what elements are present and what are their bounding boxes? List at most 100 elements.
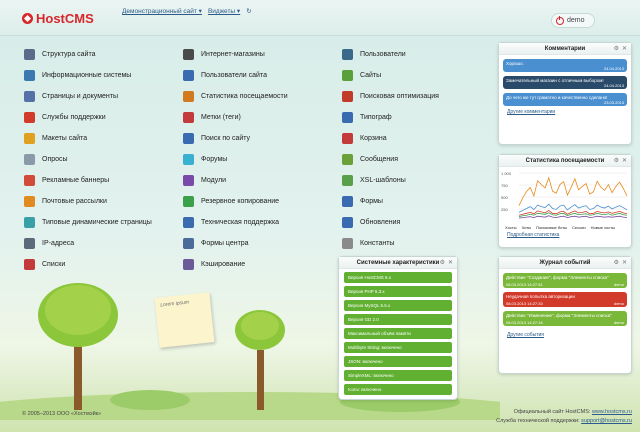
event-item[interactable]: Действие "Изменение", форма "Элементы сп…	[503, 311, 627, 326]
menu-item[interactable]: Сообщения	[342, 149, 439, 170]
menu-item-icon	[342, 154, 353, 165]
menu-item-label: Метки (теги)	[201, 114, 241, 121]
menu-item-icon	[183, 133, 194, 144]
menu-item[interactable]: IP-адреса	[24, 233, 152, 254]
menu-item[interactable]: Сайты	[342, 65, 439, 86]
menu-item[interactable]: Информационные системы	[24, 65, 152, 86]
menu-item[interactable]: Форумы	[183, 149, 288, 170]
settings-icon[interactable]: ⚙	[614, 157, 619, 164]
event-item[interactable]: Неудачная попытка авторизации 08.03.2013 …	[503, 292, 627, 307]
menu-item[interactable]: Пользователи сайта	[183, 65, 288, 86]
menu-item[interactable]: XSL-шаблоны	[342, 170, 439, 191]
menu-item-label: Макеты сайта	[42, 135, 88, 142]
menu-item[interactable]: Корзина	[342, 128, 439, 149]
system-row: SimpleXML: включено	[344, 370, 452, 381]
menu-column-1: Структура сайта Информационные системы Стр…	[24, 44, 152, 275]
menu-item[interactable]: Поиск по сайту	[183, 128, 288, 149]
menu-item-label: Статистика посещаемости	[201, 93, 288, 100]
menu-item-label: Структура сайта	[42, 51, 96, 58]
event-date: 08.03.2013 14:27:51	[506, 282, 543, 287]
support-link[interactable]: support@hostcms.ru	[581, 418, 632, 424]
menu-item[interactable]: Поисковая оптимизация	[342, 86, 439, 107]
event-item[interactable]: Действие "Создание", форма "Элементы спи…	[503, 273, 627, 288]
menu-item[interactable]: Макеты сайта	[24, 128, 152, 149]
settings-icon[interactable]: ⚙	[614, 259, 619, 266]
menu-item[interactable]: Резервное копирование	[183, 191, 288, 212]
menu-item-label: Сообщения	[360, 156, 398, 163]
top-bar	[0, 0, 640, 36]
system-row: Версия HostCMS 6.x	[344, 272, 452, 283]
menu-item-icon	[342, 133, 353, 144]
detailed-stats-link[interactable]: Подробная статистика	[507, 232, 631, 238]
legend-entry: Новые хосты	[590, 225, 615, 230]
menu-item-icon	[183, 112, 194, 123]
comment-item[interactable]: Хорошо. 24.04.2013	[503, 59, 627, 72]
menu-item[interactable]: Структура сайта	[24, 44, 152, 65]
event-text: Действие "Изменение", форма "Элементы сп…	[506, 313, 612, 318]
menu-item[interactable]: Формы	[342, 191, 439, 212]
settings-icon[interactable]: ⚙	[614, 45, 619, 52]
menu-column-2: Интернет-магазины Пользователи сайта Стати…	[183, 44, 288, 275]
close-icon[interactable]: ✕	[622, 157, 627, 164]
menu-item-icon	[342, 70, 353, 81]
sticky-note[interactable]: Lorem ipsum	[154, 292, 215, 348]
menu-item[interactable]: Типовые динамические страницы	[24, 212, 152, 233]
power-icon	[556, 15, 564, 25]
menu-item-label: Поисковая оптимизация	[360, 93, 439, 100]
widgets-menu[interactable]: Виджеты ▾	[208, 7, 240, 15]
site-selector[interactable]: Демонстрационный сайт ▾	[122, 7, 202, 15]
menu-item-icon	[183, 70, 194, 81]
menu-item[interactable]: Техническая поддержка	[183, 212, 288, 233]
menu-item-label: Опросы	[42, 156, 68, 163]
menu-item-icon	[183, 154, 194, 165]
y-tick-label: 1 000	[501, 171, 512, 176]
menu-item[interactable]: Службы поддержки	[24, 107, 152, 128]
user-button[interactable]: demo	[551, 13, 595, 28]
events-title: Журнал событий	[499, 257, 631, 269]
hostcms-logo[interactable]: HostCMS	[22, 11, 94, 26]
menu-item-label: Типовые динамические страницы	[42, 219, 152, 226]
comment-text: Замечательный магазин с отличным выбором…	[506, 78, 604, 83]
menu-item[interactable]: Пользователи	[342, 44, 439, 65]
menu-item-label: Информационные системы	[42, 72, 132, 79]
menu-item[interactable]: Интернет-магазины	[183, 44, 288, 65]
menu-item[interactable]: Почтовые рассылки	[24, 191, 152, 212]
menu-item-label: Формы	[360, 198, 383, 205]
menu-item[interactable]: Типограф	[342, 107, 439, 128]
series-line	[518, 215, 628, 219]
settings-icon[interactable]: ⚙	[440, 259, 445, 266]
event-user: demo	[613, 282, 624, 287]
close-icon[interactable]: ✕	[448, 259, 453, 266]
legend-entry: Поисковые боты	[536, 225, 567, 230]
menu-item[interactable]: Модули	[183, 170, 288, 191]
system-row: Версия GD 2.0	[344, 314, 452, 325]
menu-item[interactable]: Константы	[342, 233, 439, 254]
system-row: Версия PHP 5.3.x	[344, 286, 452, 297]
menu-item-icon	[183, 49, 194, 60]
event-text: Неудачная попытка авторизации	[506, 294, 575, 299]
close-icon[interactable]: ✕	[622, 259, 627, 266]
y-tick-label: 750	[501, 183, 508, 188]
close-icon[interactable]: ✕	[622, 45, 627, 52]
comment-item[interactable]: Замечательный магазин с отличным выбором…	[503, 76, 627, 89]
comment-text: Хорошо.	[506, 61, 524, 66]
menu-item-icon	[342, 91, 353, 102]
system-row: Максимальный объём памяти	[344, 328, 452, 339]
menu-item[interactable]: Опросы	[24, 149, 152, 170]
comments-widget: Комментарии ⚙ ✕ Хорошо. 24.04.2013 Замечате…	[498, 42, 632, 145]
more-comments-link[interactable]: Другие комментарии	[507, 109, 631, 115]
menu-item[interactable]: Статистика посещаемости	[183, 86, 288, 107]
menu-item[interactable]: Обновления	[342, 212, 439, 233]
menu-item-label: Интернет-магазины	[201, 51, 265, 58]
refresh-icon[interactable]: ↻	[246, 7, 251, 15]
more-events-link[interactable]: Другие события	[507, 332, 631, 338]
menu-item-label: Модули	[201, 177, 227, 184]
comment-item[interactable]: До чего же тут грамотно и качественно сд…	[503, 93, 627, 106]
menu-item-icon	[24, 133, 35, 144]
official-site-link[interactable]: www.hostcms.ru	[592, 409, 632, 415]
stats-title: Статистика посещаемости	[499, 155, 631, 167]
menu-item[interactable]: Формы центра	[183, 233, 288, 254]
menu-item[interactable]: Страницы и документы	[24, 86, 152, 107]
menu-item[interactable]: Метки (теги)	[183, 107, 288, 128]
menu-item[interactable]: Рекламные баннеры	[24, 170, 152, 191]
